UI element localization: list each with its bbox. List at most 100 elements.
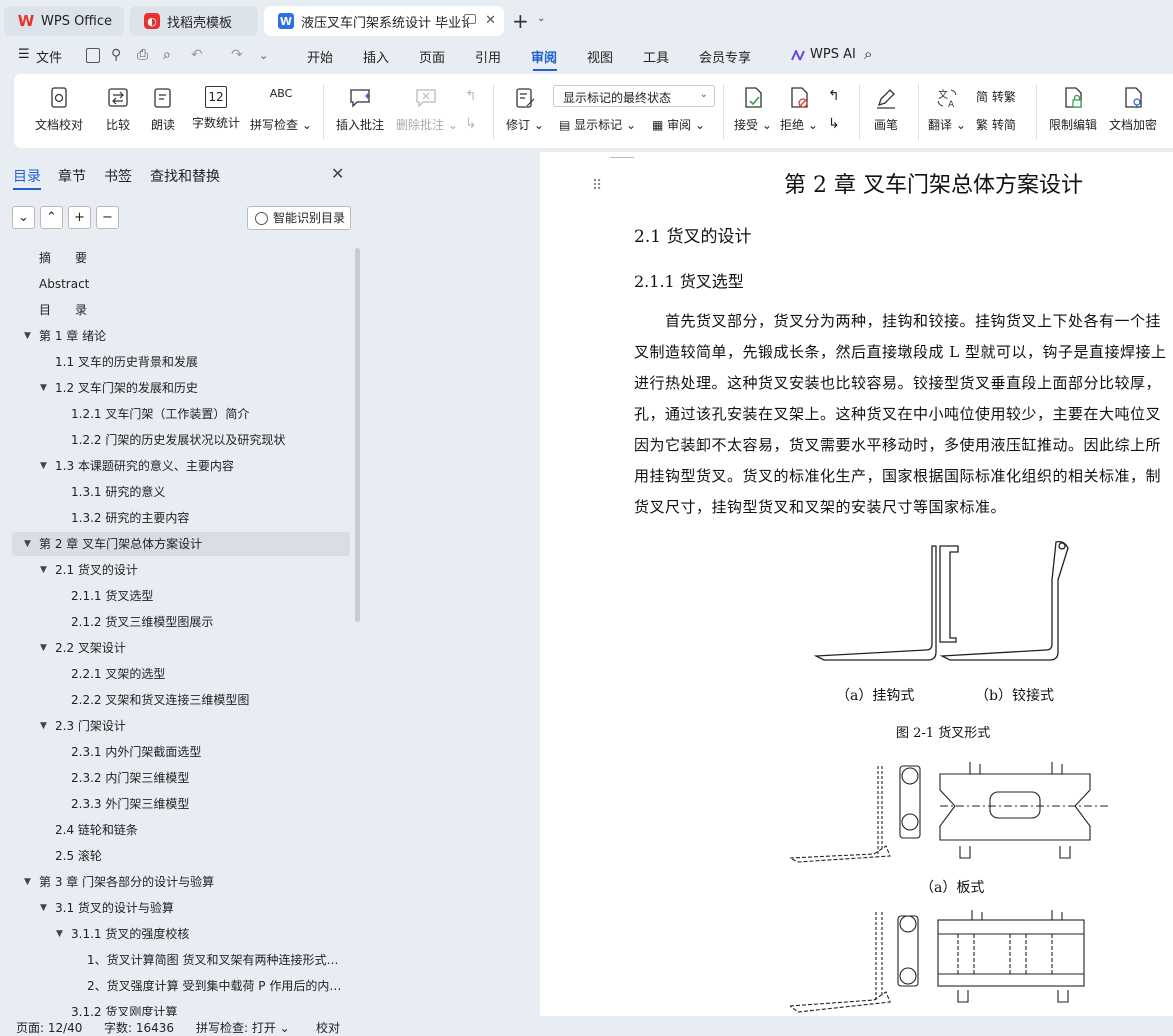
toc-item[interactable]: ▼ 第 3 章 门架各部分的设计与验算 xyxy=(12,870,350,894)
review-pane-button[interactable]: ▦ 审阅 ⌄ xyxy=(652,116,705,133)
menu-tools[interactable]: 工具 xyxy=(643,47,669,66)
accept-button[interactable]: 接受 ⌄ xyxy=(732,86,774,133)
word-count-button[interactable]: 12 字数统计 xyxy=(190,86,242,131)
expand-arrow-icon[interactable]: ▼ xyxy=(24,324,31,348)
print-icon[interactable]: ⎙ xyxy=(137,47,148,63)
toc-item[interactable]: ▼ 第 1 章 绪论 xyxy=(12,324,350,348)
menu-file[interactable]: 文件 xyxy=(36,47,62,66)
toc-item[interactable]: 摘 要 xyxy=(12,246,350,270)
proofread-status[interactable]: 校对 xyxy=(316,1019,340,1036)
toc-item[interactable]: 2.5 滚轮 xyxy=(12,844,350,868)
quick-access-more-icon[interactable]: ⌄ xyxy=(259,49,268,62)
markup-display-select[interactable]: 显示标记的最终状态 ⌄ xyxy=(553,85,715,107)
menu-member[interactable]: 会员专享 xyxy=(699,47,751,66)
menu-start[interactable]: 开始 xyxy=(307,47,333,66)
next-change-icon[interactable]: ↳ xyxy=(828,116,840,132)
pen-button[interactable]: 画笔 xyxy=(870,86,902,133)
expand-arrow-icon[interactable]: ▼ xyxy=(40,376,47,400)
revise-button[interactable]: 修订 ⌄ xyxy=(504,86,546,133)
share-icon[interactable]: ⚲ xyxy=(111,47,121,63)
expand-arrow-icon[interactable]: ▼ xyxy=(56,922,63,946)
remove-heading-button[interactable]: − xyxy=(96,206,119,229)
menu-wps-ai[interactable]: WPS AI xyxy=(810,47,856,62)
undo-icon[interactable]: ↶ xyxy=(191,47,203,63)
prev-change-icon[interactable]: ↰ xyxy=(828,88,840,104)
word-count-indicator[interactable]: 字数: 16436 xyxy=(104,1019,174,1036)
toc-item[interactable]: 目 录 xyxy=(12,298,350,322)
drag-handle-icon[interactable]: ⠿ xyxy=(592,178,602,194)
toc-item[interactable]: 2.3.3 外门架三维模型 xyxy=(12,792,350,816)
toc-item[interactable]: 1.1 叉车的历史背景和发展 xyxy=(12,350,350,374)
next-comment-icon[interactable]: ↳ xyxy=(465,116,477,132)
search-icon[interactable]: ⌕ xyxy=(864,45,872,63)
insert-comment-button[interactable]: 插入批注 xyxy=(334,86,386,133)
toc-item[interactable]: 1.2.1 叉车门架（工作装置）简介 xyxy=(12,402,350,426)
read-aloud-button[interactable]: 朗读 xyxy=(148,86,178,133)
translate-button[interactable]: 文A 翻译 ⌄ xyxy=(926,86,968,133)
toc-item[interactable]: 1.3.2 研究的主要内容 xyxy=(12,506,350,530)
toc-item[interactable]: 2.2.2 叉架和货叉连接三维模型图 xyxy=(12,688,350,712)
add-heading-button[interactable]: + xyxy=(68,206,91,229)
toc-item[interactable]: 2、货叉强度计算 受到集中载荷 P 作用后的内… xyxy=(12,974,350,998)
new-tab-icon[interactable]: + xyxy=(512,9,529,33)
toc-item[interactable]: 2.1.1 货叉选型 xyxy=(12,584,350,608)
expand-arrow-icon[interactable]: ▼ xyxy=(40,896,47,920)
document-page[interactable]: ⠿ 第 2 章 叉车门架总体方案设计 2.1 货叉的设计 2.1.1 货叉选型 … xyxy=(540,152,1173,1016)
toc-item[interactable]: 2.4 链轮和链条 xyxy=(12,818,350,842)
tab-toc[interactable]: 目录 xyxy=(13,166,41,186)
tab-current-document[interactable]: W 液压叉车门架系统设计 毕业论 ✕ xyxy=(264,6,504,36)
menu-review[interactable]: 审阅 xyxy=(531,47,557,66)
toc-item[interactable]: ▼ 第 2 章 叉车门架总体方案设计 xyxy=(12,532,350,556)
toc-item[interactable]: ▼ 3.1.1 货叉的强度校核 xyxy=(12,922,350,946)
pane-scrollbar[interactable] xyxy=(355,248,360,622)
expand-arrow-icon[interactable]: ▼ xyxy=(24,870,31,894)
tab-chapters[interactable]: 章节 xyxy=(58,166,86,186)
toc-item[interactable]: ▼ 1.3 本课题研究的意义、主要内容 xyxy=(12,454,350,478)
toc-item[interactable]: Abstract xyxy=(12,272,350,296)
tab-docer-templates[interactable]: ◐ 找稻壳模板 xyxy=(130,6,258,36)
print-preview-icon[interactable]: ⌕ xyxy=(163,47,171,63)
to-simplified-button[interactable]: 繁 转简 xyxy=(976,116,1016,133)
compare-button[interactable]: 比较 xyxy=(98,86,138,133)
reject-button[interactable]: 拒绝 ⌄ xyxy=(778,86,820,133)
show-markup-button[interactable]: ▤ 显示标记 ⌄ xyxy=(559,116,636,133)
menu-page[interactable]: 页面 xyxy=(419,47,445,66)
toc-item[interactable]: ▼ 1.2 叉车门架的发展和历史 xyxy=(12,376,350,400)
spell-check-button[interactable]: ABC 拼写检查 ⌄ xyxy=(250,86,312,133)
toc-item[interactable]: 1.2.2 门架的历史发展状况以及研究现状 xyxy=(12,428,350,452)
menu-insert[interactable]: 插入 xyxy=(363,47,389,66)
expand-arrow-icon[interactable]: ▼ xyxy=(40,714,47,738)
toc-item[interactable]: 3.1.2 货叉刚度计算 xyxy=(12,1000,350,1016)
close-tab-icon[interactable]: ✕ xyxy=(485,13,496,28)
toc-item[interactable]: 2.1.2 货叉三维模型图展示 xyxy=(12,610,350,634)
expand-arrow-icon[interactable]: ▼ xyxy=(24,532,31,556)
close-pane-icon[interactable]: ✕ xyxy=(331,164,344,183)
save-icon[interactable] xyxy=(86,48,100,63)
doc-encrypt-button[interactable]: 文档加密 xyxy=(1106,86,1160,133)
toc-item[interactable]: 1、货叉计算简图 货叉和叉架有两种连接形式… xyxy=(12,948,350,972)
to-traditional-button[interactable]: 简 转繁 xyxy=(976,88,1016,105)
tab-bookmarks[interactable]: 书签 xyxy=(104,166,132,186)
collapse-all-button[interactable]: ⌄ xyxy=(12,206,35,229)
tab-find-replace[interactable]: 查找和替换 xyxy=(150,166,220,186)
expand-arrow-icon[interactable]: ▼ xyxy=(40,558,47,582)
menu-references[interactable]: 引用 xyxy=(475,47,501,66)
toc-item[interactable]: ▼ 2.1 货叉的设计 xyxy=(12,558,350,582)
menu-view[interactable]: 视图 xyxy=(587,47,613,66)
chevron-down-icon[interactable]: ⌄ xyxy=(537,13,545,24)
toc-item[interactable]: 1.3.1 研究的意义 xyxy=(12,480,350,504)
toc-item[interactable]: 2.3.1 内外门架截面选型 xyxy=(12,740,350,764)
window-icon[interactable] xyxy=(464,14,476,24)
toc-item[interactable]: ▼ 2.2 叉架设计 xyxy=(12,636,350,660)
toc-item[interactable]: ▼ 2.3 门架设计 xyxy=(12,714,350,738)
promote-level-button[interactable]: ⌃ xyxy=(40,206,63,229)
tab-wps-office[interactable]: W WPS Office xyxy=(4,6,124,36)
delete-comment-button[interactable]: 删除批注 ⌄ xyxy=(396,86,458,133)
spell-check-status[interactable]: 拼写检查: 打开 ⌄ xyxy=(196,1019,290,1036)
expand-arrow-icon[interactable]: ▼ xyxy=(40,636,47,660)
restrict-edit-button[interactable]: 限制编辑 xyxy=(1046,86,1100,133)
doc-check-button[interactable]: 文档校对 xyxy=(28,86,90,133)
page-indicator[interactable]: 页面: 12/40 xyxy=(16,1019,82,1036)
prev-comment-icon[interactable]: ↰ xyxy=(465,88,477,104)
toc-item[interactable]: 2.2.1 叉架的选型 xyxy=(12,662,350,686)
